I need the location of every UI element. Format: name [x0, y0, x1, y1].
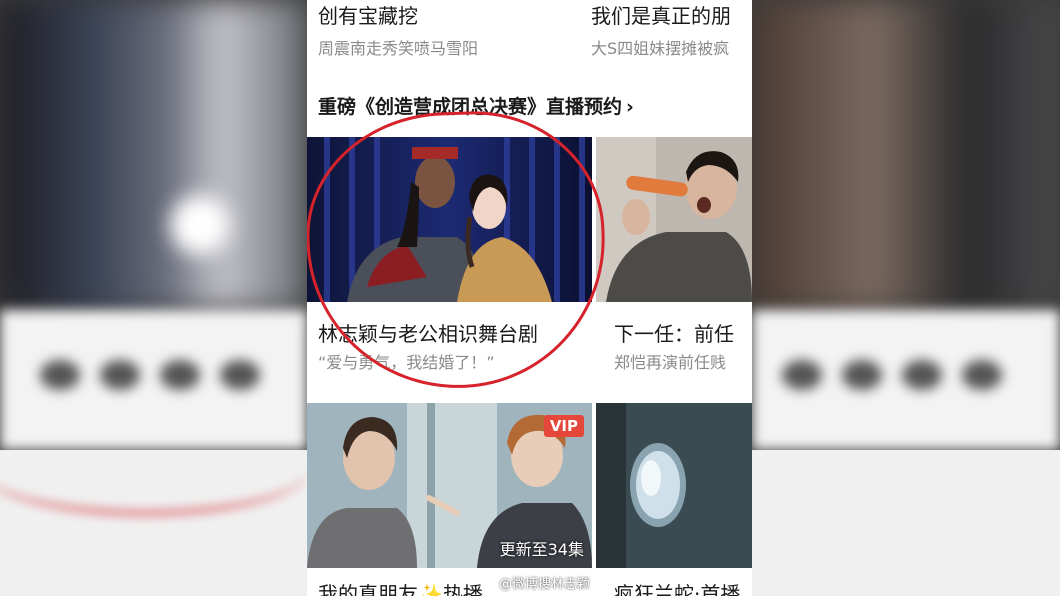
video-feed: 创有宝藏挖 周震南走秀笑喷马雪阳 我们是真正的朋 大S四姐妹摆摊被疯 重磅《创造… — [307, 0, 752, 596]
blur-dot — [40, 360, 80, 390]
background-blur-bottom — [752, 450, 1060, 596]
background-blur-right — [752, 0, 1060, 596]
feed-item-title[interactable]: 我们是真正的朋 — [591, 0, 752, 29]
blur-dot — [962, 360, 1002, 390]
video-thumbnail[interactable] — [596, 403, 752, 568]
porthole-door-image — [596, 403, 752, 568]
background-blur-left — [0, 0, 307, 596]
card-title[interactable]: 疯狂兰蛇·首播 — [614, 578, 752, 596]
vip-badge: VIP — [543, 415, 584, 437]
red-annotation-blur — [0, 420, 307, 516]
blur-dot — [220, 360, 260, 390]
background-blur-photo — [752, 0, 1060, 310]
video-thumbnail[interactable]: VIP 更新至34集 — [307, 403, 592, 568]
video-thumbnail[interactable] — [596, 137, 752, 302]
card-title[interactable]: 下一任：前任 — [614, 318, 752, 347]
man-eating-image — [596, 137, 752, 302]
episode-count: 更新至34集 — [499, 540, 584, 559]
blur-dot — [160, 360, 200, 390]
blur-dot — [842, 360, 882, 390]
feed-item-title[interactable]: 创有宝藏挖 — [318, 0, 583, 29]
card-subtitle: 郑恺再演前任贱 — [614, 353, 727, 372]
feed-item-subtitle: 大S四姐妹摆摊被疯 — [591, 39, 730, 58]
blur-dot — [782, 360, 822, 390]
background-blur-photo — [0, 0, 307, 310]
background-glow — [170, 195, 230, 255]
weibo-watermark: @微博搜林志颖 — [499, 577, 591, 592]
feed-item-subtitle: 周震南走秀笑喷马雪阳 — [318, 39, 479, 58]
blur-dot — [100, 360, 140, 390]
blur-dot — [902, 360, 942, 390]
chevron-right-icon: › — [626, 96, 634, 118]
